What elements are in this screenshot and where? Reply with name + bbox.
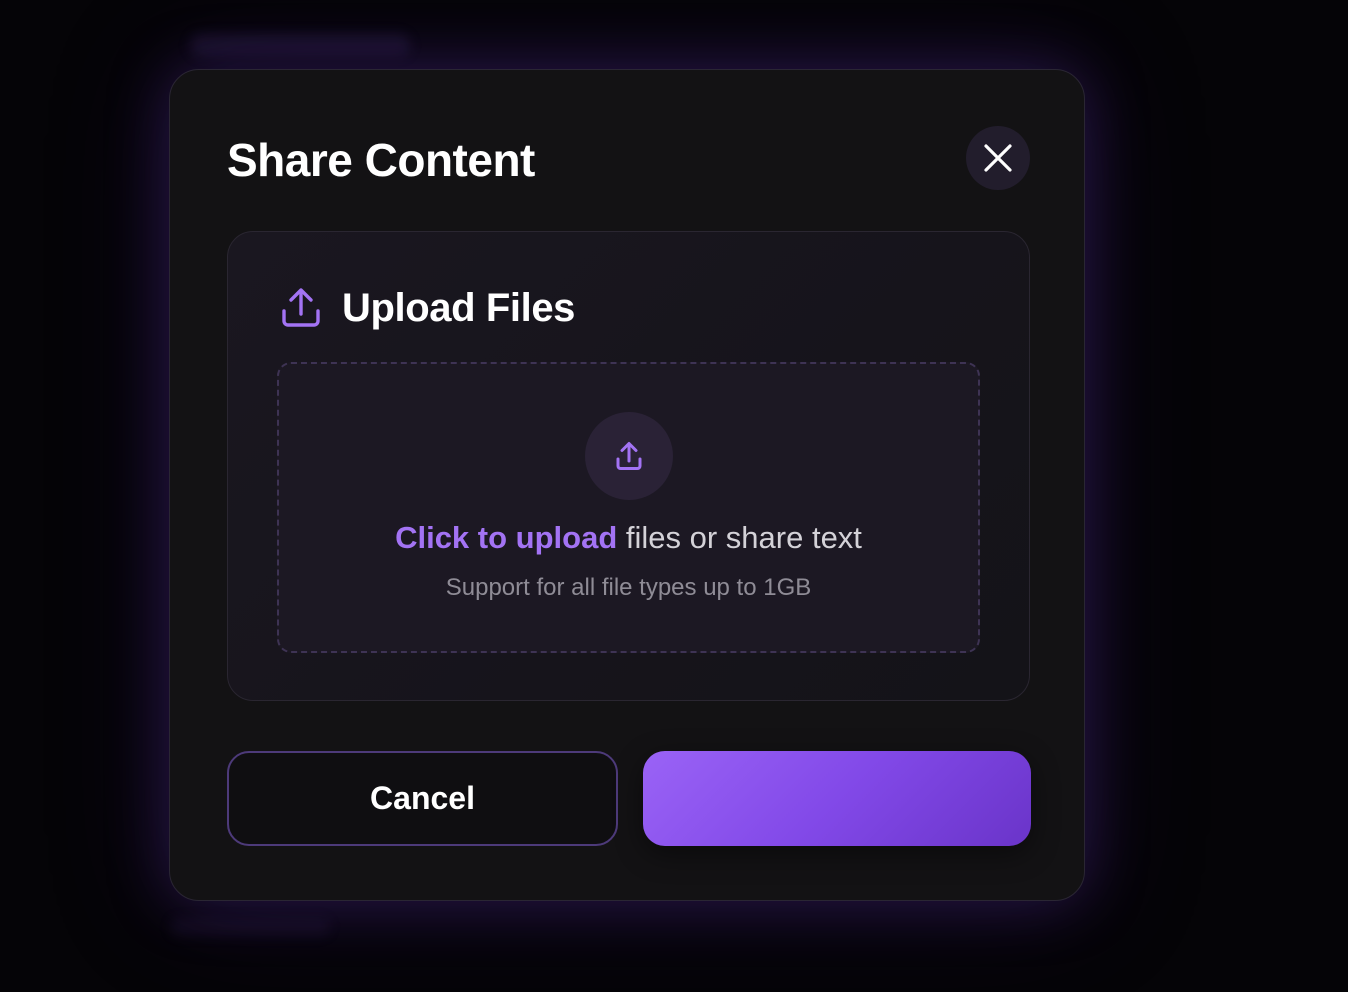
click-to-upload-link[interactable]: Click to upload <box>395 520 617 555</box>
upload-icon <box>280 287 322 329</box>
dropzone-icon-circle <box>585 412 673 500</box>
modal-title: Share Content <box>227 134 535 186</box>
file-size-hint: Support for all file types up to 1GB <box>445 574 812 601</box>
file-dropzone[interactable]: Click to upload files or share text Supp… <box>277 362 980 653</box>
upload-icon <box>616 442 642 470</box>
share-submit-button[interactable] <box>643 751 1031 846</box>
share-content-modal: Share Content Upload Files Click to uplo… <box>169 69 1085 901</box>
dropzone-instructions-rest: files or share text <box>617 520 862 555</box>
blurred-background-element <box>190 34 410 56</box>
upload-files-title: Upload Files <box>342 286 576 330</box>
dropzone-instructions: Click to upload files or share text <box>279 518 978 558</box>
close-icon <box>984 144 1012 172</box>
blurred-background-element <box>170 918 330 936</box>
upload-files-card: Upload Files Click to upload files or sh… <box>227 231 1030 701</box>
upload-files-header: Upload Files <box>280 284 575 332</box>
cancel-button[interactable]: Cancel <box>227 751 618 846</box>
close-button[interactable] <box>966 126 1030 190</box>
